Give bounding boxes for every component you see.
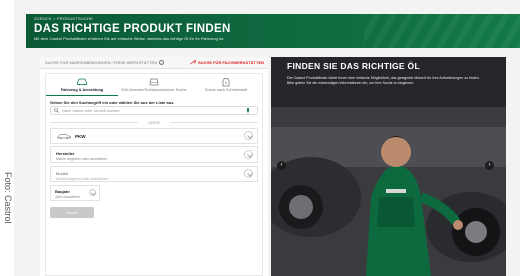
tab-specialist-workshops-label: SUCHE FÜR FACHWERKSTÄTTEN xyxy=(198,60,264,65)
chevron-down-icon xyxy=(244,169,253,178)
info-icon[interactable]: i xyxy=(159,60,165,65)
car-icon xyxy=(77,78,87,86)
chevron-down-icon xyxy=(244,131,253,140)
tab-free-workshops[interactable]: SUCHE FÜR MARKENBINDUNGEN / FREIE WERKST… xyxy=(45,60,165,65)
search-prompt: Geben Sie den Suchbegriff ein oder wähle… xyxy=(50,100,175,105)
vehicle-type-select[interactable]: PKW xyxy=(50,128,258,144)
page-subtitle: Mit dem Castrol Produktfinder erfahren S… xyxy=(34,36,225,41)
car-front-icon xyxy=(149,78,159,86)
microphone-icon[interactable] xyxy=(246,108,250,114)
wrench-icon xyxy=(190,60,196,65)
page-title: DAS RICHTIGE PRODUKT FINDEN xyxy=(34,23,231,35)
product-finder-panel: SUCHE FÜR MARKENBINDUNGEN / FREIE WERKST… xyxy=(40,57,268,276)
tab-vehicle[interactable]: Fahrzeug & Anmeldung xyxy=(46,74,118,96)
promo-panel: FINDEN SIE DAS RICHTIGE ÖL Der Castrol P… xyxy=(271,57,506,276)
back-link[interactable]: ZURÜCK > PRODUKTSUCHE xyxy=(34,16,516,21)
promo-title: FINDEN SIE DAS RICHTIGE ÖL xyxy=(287,61,420,71)
chevron-down-icon xyxy=(89,189,96,196)
tab-free-workshops-label: SUCHE FÜR MARKENBINDUNGEN / FREIE WERKST… xyxy=(45,60,158,65)
search-placeholder: Nach Marke oder Modell suchen xyxy=(62,108,120,113)
manufacturer-hint: Marke angeben oder auswählen xyxy=(56,157,108,161)
finder-card: Fahrzeug & Anmeldung KW-Nummer/Schlüssel… xyxy=(45,73,263,276)
tab-lubricant[interactable]: Suche nach Schmierstoff xyxy=(190,74,262,96)
carousel-next-button[interactable]: › xyxy=(485,161,494,170)
finder-tabs: Fahrzeug & Anmeldung KW-Nummer/Schlüssel… xyxy=(46,74,262,96)
oil-bottle-icon xyxy=(222,78,230,87)
search-button[interactable]: Suche xyxy=(50,207,94,218)
tab-vehicle-label: Fahrzeug & Anmeldung xyxy=(60,88,104,92)
carousel-prev-button[interactable]: ‹ xyxy=(277,161,286,170)
photo-credit: Foto: Castrol xyxy=(3,172,13,224)
or-divider: ODER xyxy=(50,120,258,125)
model-select[interactable]: Modell Modell angeben oder auswählen xyxy=(50,166,258,182)
manufacturer-label: Hersteller xyxy=(56,151,75,156)
promo-text: Der Castrol Produktfinder bietet Ihnen e… xyxy=(287,76,480,85)
vehicle-type-value: PKW xyxy=(75,133,86,139)
chevron-down-icon xyxy=(244,149,253,159)
tab-specialist-workshops[interactable]: SUCHE FÜR FACHWERKSTÄTTEN xyxy=(190,60,264,65)
tab-kw-number[interactable]: KW-Nummer/Schlüsselnummer Suche xyxy=(118,74,190,96)
model-hint: Modell angeben oder auswählen xyxy=(56,177,108,181)
year-hint: Jahr auswählen xyxy=(55,195,81,199)
tab-kw-number-label: KW-Nummer/Schlüsselnummer Suche xyxy=(121,88,187,92)
car-side-icon xyxy=(57,134,71,139)
manufacturer-select[interactable]: Hersteller Marke angeben oder auswählen xyxy=(50,146,258,163)
year-select[interactable]: Baujahr Jahr auswählen xyxy=(50,185,100,201)
tab-lubricant-label: Suche nach Schmierstoff xyxy=(204,88,248,92)
search-mode-bar: SUCHE FÜR MARKENBINDUNGEN / FREIE WERKST… xyxy=(40,57,268,69)
search-input[interactable]: Nach Marke oder Modell suchen xyxy=(50,106,258,115)
search-icon xyxy=(54,108,59,113)
model-label: Modell xyxy=(56,171,68,176)
hero-banner: ZURÜCK > PRODUKTSUCHE DAS RICHTIGE PRODU… xyxy=(26,14,520,48)
